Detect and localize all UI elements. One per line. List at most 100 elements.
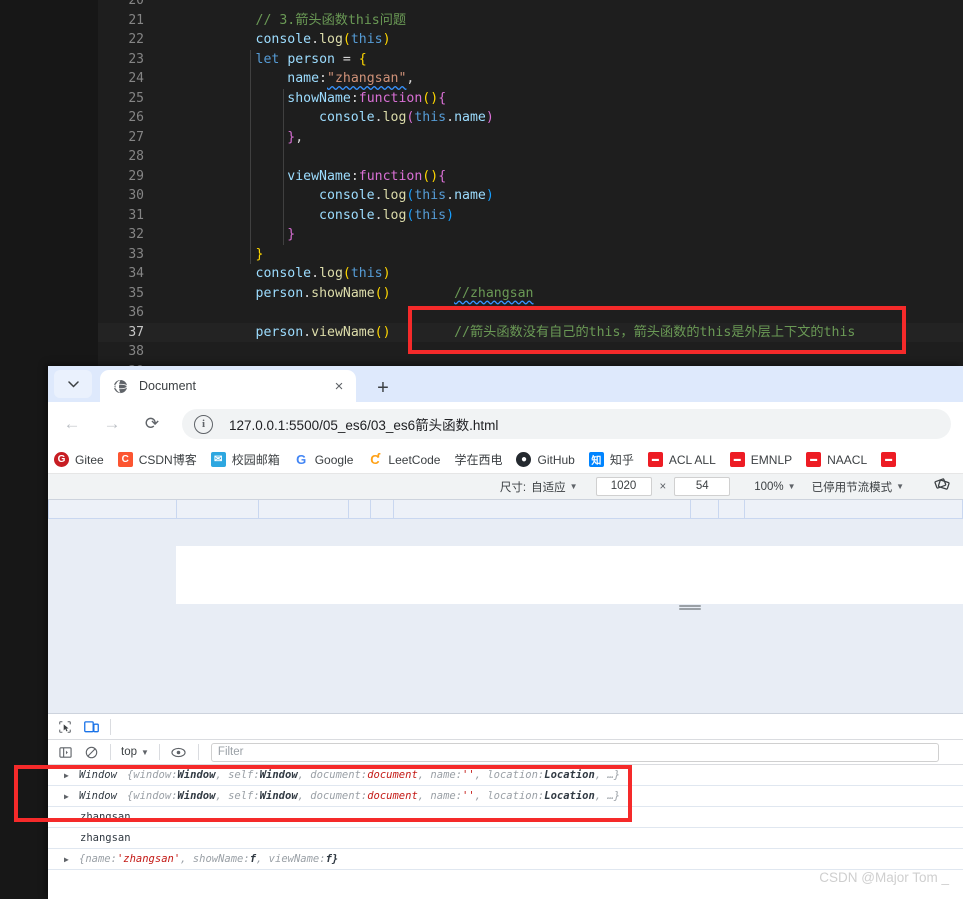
- code-line[interactable]: 25 showName:function(){: [98, 88, 963, 108]
- line-code: console.log(this): [144, 264, 391, 284]
- console-message[interactable]: zhangsan: [48, 807, 963, 828]
- code-line[interactable]: 26 console.log(this.name): [98, 108, 963, 128]
- code-line[interactable]: 34 console.log(this): [98, 264, 963, 284]
- bookmark-item[interactable]: ▬: [881, 452, 902, 467]
- chrome-browser-window: Document × + ← → ⟳ i 127.0.0.1:5500/05_e…: [48, 366, 963, 899]
- line-number: 36: [128, 305, 144, 320]
- code-token: .: [311, 32, 320, 47]
- code-line[interactable]: 37 person.viewName() //箭头函数没有自己的this，箭头函…: [98, 322, 963, 342]
- indent-guide: [250, 69, 251, 89]
- code-line[interactable]: 31 console.log(this): [98, 205, 963, 225]
- indent-guide: [250, 244, 251, 264]
- indent-guide: [250, 127, 251, 147]
- site-info-icon[interactable]: i: [194, 414, 213, 434]
- code-token: {: [358, 51, 367, 67]
- rotate-icon[interactable]: [934, 476, 951, 497]
- viewport-width-input[interactable]: 1020: [595, 477, 652, 496]
- bookmark-item[interactable]: ▬ ACL ALL: [647, 452, 716, 467]
- code-line[interactable]: 33 }: [98, 244, 963, 264]
- throttling-select[interactable]: 已停用节流模式 ▼: [812, 479, 904, 495]
- code-token: .: [374, 110, 383, 125]
- bookmark-item[interactable]: Ƈ LeetCode: [367, 452, 440, 467]
- new-tab-button[interactable]: +: [370, 375, 396, 401]
- bookmark-item[interactable]: 学在西电: [454, 451, 502, 468]
- expand-arrow-icon[interactable]: ▶: [64, 792, 72, 801]
- console-object-part: , …}: [594, 790, 621, 802]
- viewport-resize-handle[interactable]: [679, 605, 701, 611]
- filter-input[interactable]: Filter: [210, 742, 939, 762]
- tab-search-icon[interactable]: [54, 370, 92, 398]
- bookmark-item[interactable]: ▬ NAACL: [806, 452, 867, 467]
- console-message[interactable]: ▶ Window {window: Window, self: Window, do…: [48, 765, 963, 786]
- code-line[interactable]: 24 name:"zhangsan",: [98, 69, 963, 89]
- code-line[interactable]: 20: [98, 0, 963, 11]
- chevron-down-icon: ▼: [896, 482, 904, 491]
- code-lines[interactable]: 20 21 // 3.箭头函数this问题 22 console.log(this)…: [98, 0, 963, 381]
- code-token: viewName: [287, 168, 351, 184]
- bookmark-item[interactable]: 知知乎: [588, 451, 634, 468]
- bookmark-item[interactable]: ✉ 校园邮箱: [210, 451, 280, 468]
- code-line[interactable]: 36: [98, 303, 963, 323]
- code-line[interactable]: 29 viewName:function(){: [98, 166, 963, 186]
- browser-tab-document[interactable]: Document ×: [100, 370, 356, 402]
- device-toolbar-icon[interactable]: [80, 716, 102, 738]
- code-token: person: [287, 51, 335, 67]
- size-select[interactable]: 自适应 ▼: [531, 479, 577, 495]
- code-line[interactable]: 30 console.log(this.name): [98, 186, 963, 206]
- viewport-height-input[interactable]: 54: [674, 477, 731, 496]
- bookmark-label: NAACL: [827, 452, 868, 467]
- bookmark-favicon-icon: 知: [588, 452, 604, 467]
- code-token: ,: [295, 129, 304, 145]
- bookmark-favicon-icon: C: [117, 452, 133, 467]
- page-content-frame[interactable]: [176, 546, 963, 604]
- code-line[interactable]: 28: [98, 147, 963, 167]
- expand-arrow-icon[interactable]: ▶: [64, 855, 72, 864]
- code-line[interactable]: 35 person.showName() //zhangsan: [98, 284, 963, 304]
- bookmark-item[interactable]: ▬ EMNLP: [729, 452, 792, 467]
- emulated-viewport[interactable]: [48, 500, 963, 715]
- console-context-select[interactable]: top ▼: [121, 746, 149, 758]
- sidebar-toggle-icon[interactable]: [54, 741, 76, 763]
- bookmark-item[interactable]: C CSDN博客: [117, 451, 197, 468]
- line-code: console.log(this): [144, 30, 391, 50]
- line-code: console.log(this.name): [144, 108, 494, 128]
- code-token: .: [311, 266, 320, 281]
- code-line[interactable]: 38: [98, 342, 963, 362]
- console-message[interactable]: zhangsan: [48, 828, 963, 849]
- code-line[interactable]: 23 let person = {: [98, 49, 963, 69]
- console-object-part: , document:: [297, 790, 368, 802]
- indent-guide: [250, 147, 251, 167]
- code-line[interactable]: 32 }: [98, 225, 963, 245]
- close-icon[interactable]: ×: [330, 377, 348, 395]
- forward-button[interactable]: →: [95, 407, 129, 441]
- code-token: ): [485, 110, 494, 125]
- expand-arrow-icon[interactable]: ▶: [64, 771, 72, 780]
- divider: [197, 744, 199, 760]
- code-token: name: [287, 71, 320, 86]
- code-line[interactable]: 22 console.log(this): [98, 30, 963, 50]
- address-bar[interactable]: i 127.0.0.1:5500/05_es6/03_es6箭头函数.html: [182, 409, 951, 439]
- console-message[interactable]: ▶ {name: 'zhangsan', showName: f, viewNam…: [48, 849, 963, 870]
- code-line[interactable]: 21 // 3.箭头函数this问题: [98, 11, 963, 31]
- console-object-part: , name:: [417, 769, 463, 781]
- back-button[interactable]: ←: [55, 407, 89, 441]
- zoom-select[interactable]: 100% ▼: [754, 481, 795, 493]
- line-code: console.log(this.name): [144, 186, 494, 206]
- code-line[interactable]: 27 },: [98, 127, 963, 147]
- live-expression-icon[interactable]: [168, 741, 190, 763]
- bookmark-item[interactable]: ● GitHub: [516, 452, 575, 467]
- bookmarks-bar[interactable]: G Gitee C CSDN博客 ✉ 校园邮箱 G Google Ƈ LeetCode 学在西电 ● G…: [48, 446, 963, 474]
- device-emulation-toolbar: 尺寸: 自适应 ▼ 1020 × 54 100% ▼ 已停用节流模式 ▼: [48, 474, 963, 500]
- console-message[interactable]: ▶ Window {window: Window, self: Window, do…: [48, 786, 963, 807]
- bookmark-item[interactable]: G Google: [294, 452, 353, 467]
- code-token: this: [350, 266, 383, 281]
- clear-console-icon[interactable]: [80, 741, 102, 763]
- indent-guide: [250, 108, 251, 128]
- code-token: =: [334, 51, 359, 67]
- bookmark-item[interactable]: G Gitee: [54, 452, 104, 467]
- console-object-name: Window: [79, 790, 117, 802]
- reload-button[interactable]: ⟳: [135, 407, 169, 441]
- inspect-element-icon[interactable]: [54, 716, 76, 738]
